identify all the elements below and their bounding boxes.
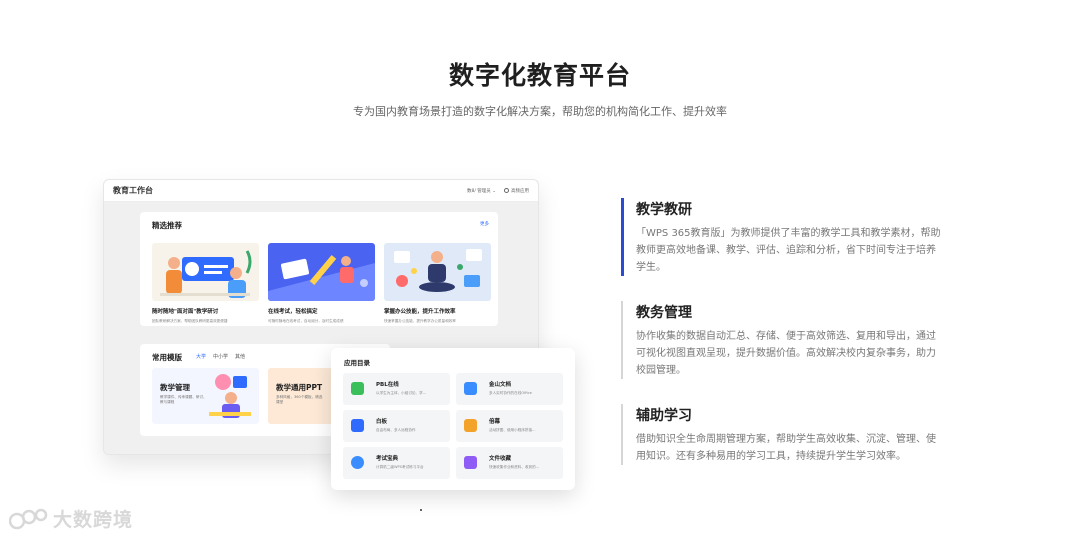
app-item-desc: 自由布局、多人远程协作 (376, 428, 416, 432)
recommended-panel: 精选推荐 更多 随时随地"面对面"教学研讨 团队教研解决方案，帮助团队教研更高效… (140, 212, 498, 326)
recommended-title: 精选推荐 (152, 221, 182, 230)
recommend-illustration-3 (384, 243, 491, 301)
watermark: 大数跨境 (9, 505, 133, 532)
app-item-exam[interactable]: 考试宝典 计算机二级WPS考试练习平台 (343, 447, 450, 479)
app-item-title: 考试宝典 (376, 456, 399, 462)
page-title: 数字化教育平台 (448, 61, 631, 90)
clock-icon (504, 188, 509, 193)
whiteboard-icon (351, 419, 364, 432)
template-card-title: 教学管理 (160, 383, 190, 392)
watermark-logo-icon (9, 508, 48, 529)
template-illustration-1 (209, 374, 251, 418)
recommend-card-desc: 可随时随地在线考试，自动阅分，及时生成成绩 (268, 319, 344, 323)
carousel-dot[interactable] (420, 509, 422, 511)
tab-other[interactable]: 其他 (235, 353, 245, 360)
app-item-title: 金山文档 (489, 382, 512, 388)
recommend-card-1[interactable]: 随时随地"面对面"教学研讨 团队教研解决方案，帮助团队教研更高效更便捷 (152, 243, 259, 327)
template-card-desc: 教学课件、传承课题、研讨、教与课程 (160, 395, 207, 404)
app-item-kdocs[interactable]: 金山文档 多人实时协作的在线Office (456, 373, 563, 405)
recommend-card-title: 在线考试，轻松搞定 (268, 309, 318, 315)
feature-desc: 借助知识全生命周期管理方案，帮助学生高效收集、沉淀、管理、使用知识。还有多种易用… (636, 434, 936, 462)
app-item-whiteboard[interactable]: 白板 自由布局、多人远程协作 (343, 410, 450, 442)
recommend-card-title: 掌握办公技能，提升工作效率 (384, 309, 456, 315)
recommend-card-2[interactable]: 在线考试，轻松搞定 可随时随地在线考试，自动阅分，及时生成成绩 (268, 243, 375, 327)
feature-academic-affairs[interactable]: 教务管理 协作收集的数据自动汇总、存储、便于高效筛选、复用和导出，通过可视化视图… (621, 301, 941, 379)
app-item-pbl[interactable]: PBL在线 以学生为主体，小组讨论、学... (343, 373, 450, 405)
app-item-title: PBL在线 (376, 382, 399, 388)
feature-title: 教务管理 (636, 305, 692, 321)
app-directory: 应用目录 PBL在线 以学生为主体，小组讨论、学... 金山文档 多人实时协作的… (331, 348, 575, 490)
tab-k12[interactable]: 中小学 (213, 353, 228, 360)
recommend-card-desc: 快速掌握办公技能，提升教学办公质量和效率 (384, 319, 456, 323)
app-item-beimu[interactable]: 倍幕 活动拼图、使用小程序拼接... (456, 410, 563, 442)
app-item-file-collect[interactable]: 文件收藏 快速收集作业和资料、收到的... (456, 447, 563, 479)
feature-desc: 协作收集的数据自动汇总、存储、便于高效筛选、复用和导出，通过可视化视图直观呈现，… (636, 331, 936, 376)
recommend-card-3[interactable]: 掌握办公技能，提升工作效率 快速掌握办公技能，提升教学办公质量和效率 (384, 243, 491, 327)
feature-desc: 「WPS 365教育版」为教师提供了丰富的教学工具和教学素材，帮助教师更高效地备… (636, 228, 941, 273)
app-item-desc: 快速收集作业和资料、收到的... (489, 465, 540, 469)
recommend-card-title: 随时随地"面对面"教学研讨 (152, 309, 219, 315)
feature-title: 教学教研 (636, 202, 692, 218)
app-item-desc: 多人实时协作的在线Office (489, 391, 532, 395)
recommend-illustration-2 (268, 243, 375, 301)
app-item-title: 倍幕 (489, 419, 501, 425)
frequent-apps-label: 高频应用 (511, 188, 529, 194)
app-item-title: 白板 (376, 419, 388, 425)
template-card-title: 教学通用PPT (276, 383, 323, 392)
more-link[interactable]: 更多 (480, 221, 489, 227)
pbl-icon (351, 382, 364, 395)
page-subtitle: 专为国内教育场景打造的数字化解决方案，帮助您的机构简化工作、提升效率 (353, 105, 727, 118)
user-menu[interactable]: 数8/ 管理员 ⌄ (467, 188, 496, 194)
templates-title: 常用模版 (152, 353, 182, 362)
file-collect-icon (464, 456, 477, 469)
app-item-title: 文件收藏 (489, 456, 512, 462)
template-card-desc: 多种风格，360个模板，精选课堂 (276, 395, 323, 404)
frequent-apps-link[interactable]: 高频应用 (504, 188, 529, 194)
workbench-header: 教育工作台 数8/ 管理员 ⌄ 高频应用 (104, 180, 538, 202)
app-directory-title: 应用目录 (344, 359, 370, 367)
template-card-teaching-management[interactable]: 教学管理 教学课件、传承课题、研讨、教与课程 (152, 368, 259, 424)
tab-university[interactable]: 大学 (196, 353, 206, 360)
recommend-illustration-1 (152, 243, 259, 301)
beimu-icon (464, 419, 477, 432)
app-item-desc: 以学生为主体，小组讨论、学... (376, 391, 427, 395)
watermark-text: 大数跨境 (53, 509, 134, 531)
exam-icon (351, 456, 364, 469)
workbench-title: 教育工作台 (113, 186, 153, 195)
kdocs-icon (464, 382, 477, 395)
feature-teaching-research[interactable]: 教学教研 「WPS 365教育版」为教师提供了丰富的教学工具和教学素材，帮助教师… (621, 198, 941, 276)
app-item-desc: 活动拼图、使用小程序拼接... (489, 428, 536, 432)
recommend-card-desc: 团队教研解决方案，帮助团队教研更高效更便捷 (152, 319, 228, 323)
feature-assisted-learning[interactable]: 辅助学习 借助知识全生命周期管理方案，帮助学生高效收集、沉淀、管理、使用知识。还… (621, 404, 941, 465)
feature-title: 辅助学习 (636, 408, 692, 424)
app-item-desc: 计算机二级WPS考试练习平台 (376, 465, 424, 469)
